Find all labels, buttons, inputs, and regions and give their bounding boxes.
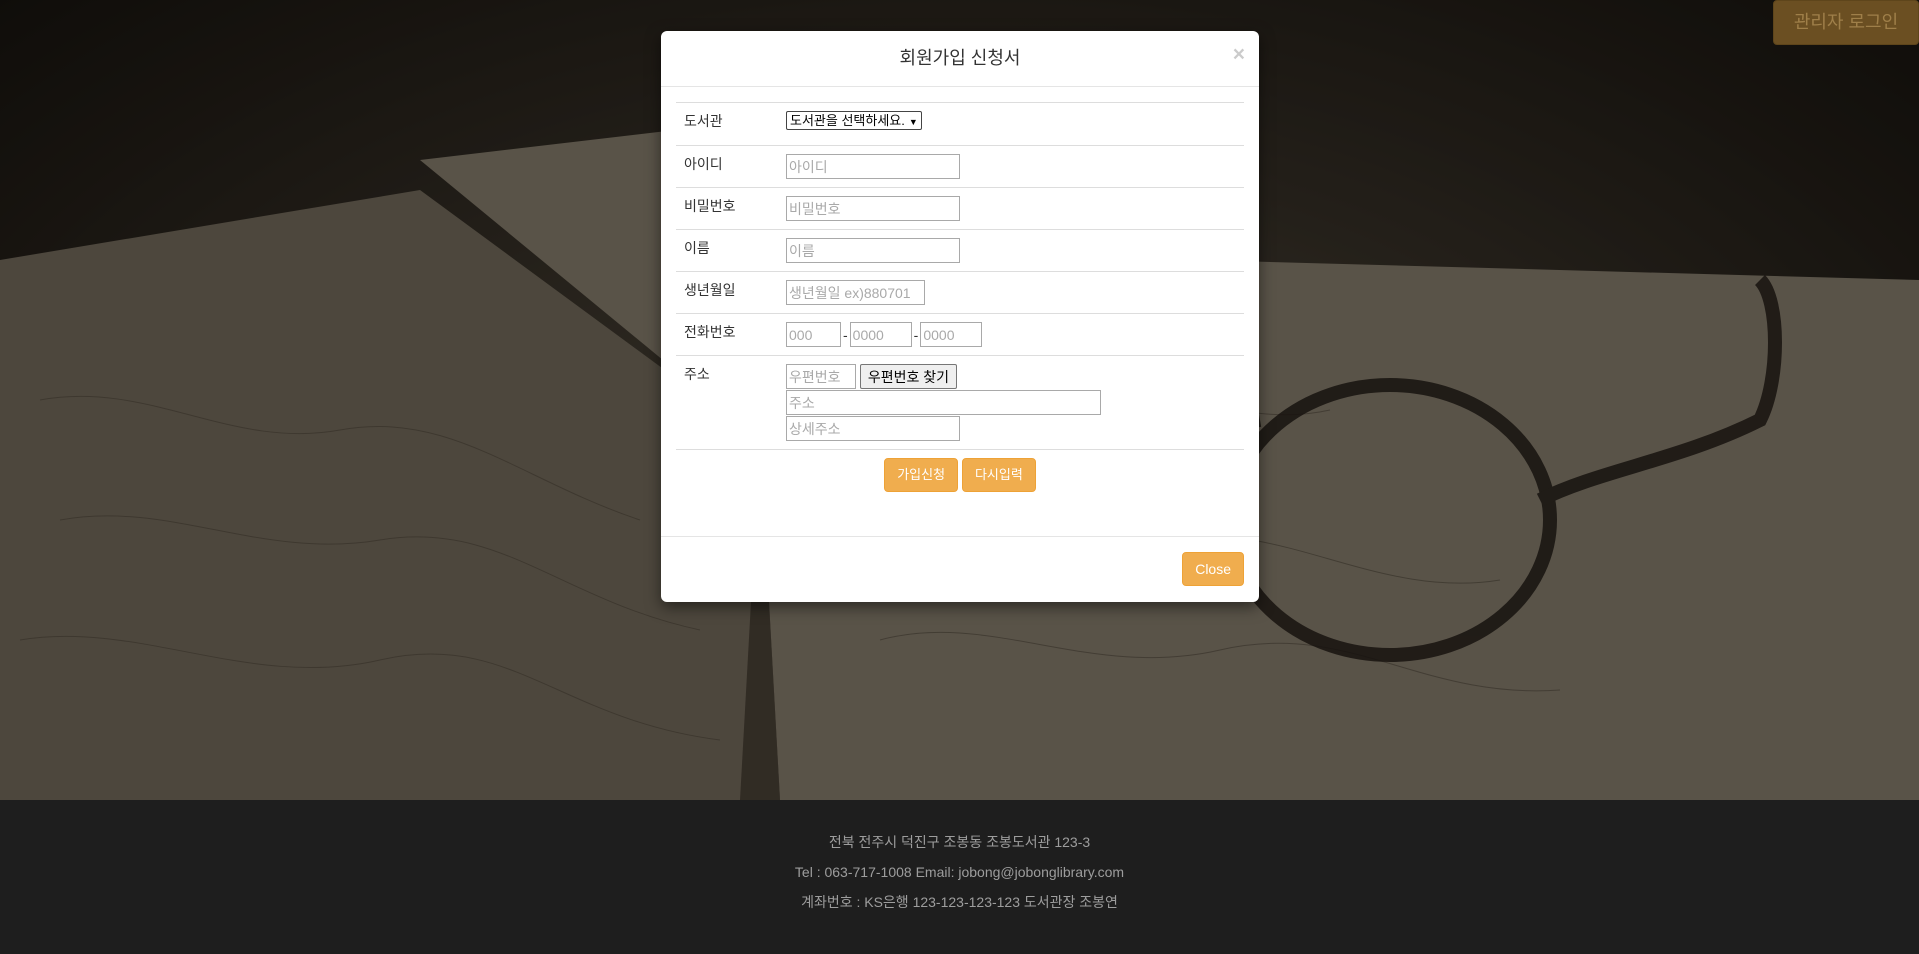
library-label: 도서관: [676, 102, 778, 146]
close-button[interactable]: Close: [1182, 552, 1244, 586]
footer-account: 계좌번호 : KS은행 123-123-123-123 도서관장 조봉연: [801, 894, 1118, 910]
form-buttons: 가입신청 다시입력: [676, 450, 1244, 492]
phone-part2-input[interactable]: [849, 322, 912, 347]
postcode-input[interactable]: [786, 364, 856, 389]
birth-input[interactable]: [786, 280, 925, 305]
library-select-value: 도서관을 선택하세요.: [790, 113, 905, 128]
find-postcode-button[interactable]: 우편번호 찾기: [859, 364, 958, 389]
address-detail-input[interactable]: [786, 416, 960, 441]
footer-contact: Tel : 063-717-1008 Email: jobong@jobongl…: [794, 864, 1125, 880]
admin-login-button[interactable]: 관리자 로그인: [1773, 0, 1919, 45]
name-label: 이름: [676, 229, 778, 272]
dropdown-arrow-icon: ▼: [908, 117, 918, 127]
signup-form: 도서관 도서관을 선택하세요.▼ 아이디 비밀번호 이름 생년월일: [676, 102, 1244, 450]
reset-button[interactable]: 다시입력: [961, 458, 1036, 492]
birth-label: 생년월일: [676, 271, 778, 314]
address-label: 주소: [676, 355, 778, 450]
password-row: 비밀번호: [676, 187, 1244, 230]
site-footer: 전북 전주시 덕진구 조봉동 조봉도서관 123-3 Tel : 063-717…: [0, 800, 1919, 954]
phone-part1-input[interactable]: [786, 322, 841, 347]
modal-title: 회원가입 신청서: [899, 48, 1021, 68]
modal-body: 도서관 도서관을 선택하세요.▼ 아이디 비밀번호 이름 생년월일: [661, 87, 1259, 492]
close-icon[interactable]: ×: [1233, 43, 1245, 67]
password-label: 비밀번호: [676, 187, 778, 230]
name-input[interactable]: [786, 238, 960, 263]
phone-separator: -: [843, 326, 848, 343]
birth-row: 생년월일: [676, 271, 1244, 314]
modal-footer: Close: [661, 536, 1259, 602]
address-input[interactable]: [786, 390, 1101, 415]
library-select[interactable]: 도서관을 선택하세요. ▼: [786, 111, 922, 130]
phone-label: 전화번호: [676, 313, 778, 356]
address-row: 주소 우편번호 찾기: [676, 355, 1244, 450]
modal-header: 회원가입 신청서 ×: [661, 31, 1259, 87]
library-row: 도서관 도서관을 선택하세요. ▼: [676, 102, 1244, 146]
signup-modal: 회원가입 신청서 × 도서관 도서관을 선택하세요.▼ 아이디 비밀번호: [661, 31, 1259, 602]
submit-button[interactable]: 가입신청: [884, 458, 959, 492]
name-row: 이름: [676, 229, 1244, 272]
id-label: 아이디: [676, 145, 778, 188]
id-input[interactable]: [786, 154, 960, 179]
id-row: 아이디: [676, 145, 1244, 188]
password-input[interactable]: [786, 196, 960, 221]
phone-part3-input[interactable]: [920, 322, 983, 347]
phone-separator: -: [913, 326, 919, 343]
phone-row: 전화번호 - -: [676, 313, 1244, 356]
footer-address: 전북 전주시 덕진구 조봉동 조봉도서관 123-3: [828, 834, 1091, 850]
